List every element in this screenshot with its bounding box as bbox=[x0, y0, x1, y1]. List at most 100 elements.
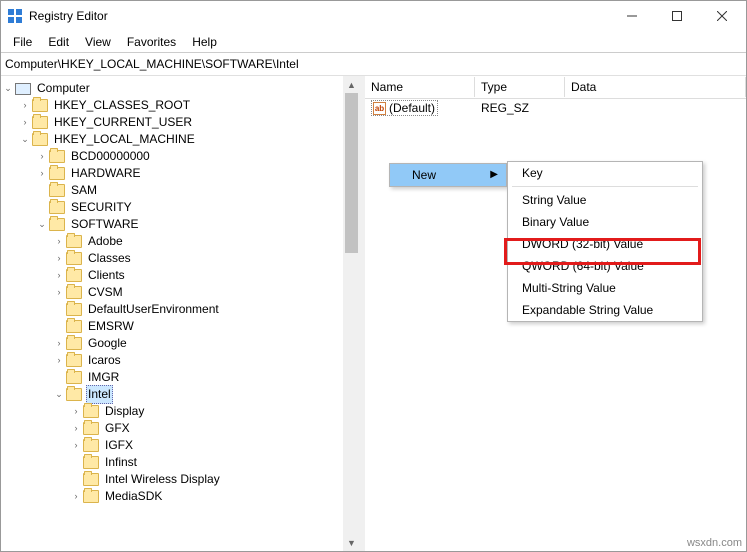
menu-item-qword[interactable]: QWORD (64-bit) Value bbox=[508, 255, 702, 277]
expander-icon[interactable]: › bbox=[18, 97, 32, 114]
menu-bar: File Edit View Favorites Help bbox=[1, 31, 746, 53]
expander-icon[interactable]: › bbox=[35, 165, 49, 182]
tree-item[interactable]: Classes bbox=[86, 250, 133, 267]
menu-item-multistring[interactable]: Multi-String Value bbox=[508, 277, 702, 299]
watermark: wsxdn.com bbox=[687, 537, 742, 549]
window-title: Registry Editor bbox=[29, 9, 609, 23]
folder-icon bbox=[83, 439, 99, 452]
maximize-button[interactable] bbox=[654, 2, 699, 30]
folder-icon bbox=[66, 388, 82, 401]
folder-icon bbox=[83, 473, 99, 486]
submenu-arrow-icon: ▶ bbox=[490, 169, 498, 180]
menu-item-new[interactable]: New ▶ bbox=[390, 164, 506, 186]
col-name[interactable]: Name bbox=[365, 77, 475, 97]
tree-item[interactable]: BCD00000000 bbox=[69, 148, 152, 165]
folder-icon bbox=[83, 405, 99, 418]
folder-icon bbox=[49, 150, 65, 163]
list-row[interactable]: ab (Default) REG_SZ bbox=[365, 99, 746, 117]
tree-software[interactable]: SOFTWARE bbox=[69, 216, 141, 233]
tree-item[interactable]: CVSM bbox=[86, 284, 125, 301]
folder-icon bbox=[32, 133, 48, 146]
tree-item[interactable]: HARDWARE bbox=[69, 165, 143, 182]
menu-help[interactable]: Help bbox=[184, 33, 225, 51]
tree-item[interactable]: IMGR bbox=[86, 369, 121, 386]
tree-item[interactable]: Google bbox=[86, 335, 129, 352]
minimize-button[interactable] bbox=[609, 2, 654, 30]
menu-item-dword[interactable]: DWORD (32-bit) Value bbox=[508, 233, 702, 255]
close-button[interactable] bbox=[699, 2, 744, 30]
tree-item[interactable]: Adobe bbox=[86, 233, 125, 250]
tree-item[interactable]: Icaros bbox=[86, 352, 123, 369]
tree-hkcu[interactable]: HKEY_CURRENT_USER bbox=[52, 114, 194, 131]
expander-icon[interactable]: › bbox=[52, 352, 66, 369]
menu-item-key[interactable]: Key bbox=[508, 162, 702, 184]
tree-hkcr[interactable]: HKEY_CLASSES_ROOT bbox=[52, 97, 192, 114]
tree-item[interactable]: Infinst bbox=[103, 454, 139, 471]
tree-item[interactable]: GFX bbox=[103, 420, 132, 437]
folder-icon bbox=[66, 269, 82, 282]
folder-icon bbox=[83, 422, 99, 435]
expander-icon[interactable]: ⌄ bbox=[18, 131, 32, 148]
scroll-up-icon[interactable]: ▲ bbox=[343, 76, 360, 93]
expander-icon[interactable]: › bbox=[52, 267, 66, 284]
tree-item[interactable]: Intel Wireless Display bbox=[103, 471, 222, 488]
folder-icon bbox=[83, 456, 99, 469]
context-submenu: Key String Value Binary Value DWORD (32-… bbox=[507, 161, 703, 322]
folder-icon bbox=[66, 337, 82, 350]
folder-icon bbox=[49, 218, 65, 231]
context-menu: New ▶ bbox=[389, 163, 507, 187]
expander-icon[interactable]: › bbox=[69, 420, 83, 437]
expander-icon[interactable]: › bbox=[69, 437, 83, 454]
col-type[interactable]: Type bbox=[475, 77, 565, 97]
scroll-down-icon[interactable]: ▼ bbox=[343, 534, 360, 551]
expander-icon[interactable]: › bbox=[52, 284, 66, 301]
tree-item[interactable]: EMSRW bbox=[86, 318, 136, 335]
expander-icon[interactable]: › bbox=[52, 250, 66, 267]
folder-icon bbox=[66, 252, 82, 265]
expander-icon[interactable]: ⌄ bbox=[35, 216, 49, 233]
expander-icon[interactable]: › bbox=[69, 488, 83, 505]
tree-intel-selected[interactable]: Intel bbox=[86, 385, 113, 404]
expander-icon[interactable]: › bbox=[52, 233, 66, 250]
menu-separator bbox=[512, 186, 698, 187]
menu-item-string[interactable]: String Value bbox=[508, 189, 702, 211]
menu-favorites[interactable]: Favorites bbox=[119, 33, 184, 51]
expander-icon[interactable]: ⌄ bbox=[1, 80, 15, 97]
tree-hklm[interactable]: HKEY_LOCAL_MACHINE bbox=[52, 131, 197, 148]
menu-item-binary[interactable]: Binary Value bbox=[508, 211, 702, 233]
tree-item[interactable]: SAM bbox=[69, 182, 99, 199]
folder-icon bbox=[49, 184, 65, 197]
app-icon bbox=[7, 8, 23, 24]
tree-scrollbar[interactable]: ▲ ▼ bbox=[343, 76, 360, 551]
folder-icon bbox=[66, 303, 82, 316]
menu-edit[interactable]: Edit bbox=[40, 33, 77, 51]
address-bar bbox=[1, 53, 746, 76]
tree-item[interactable]: MediaSDK bbox=[103, 488, 164, 505]
computer-icon bbox=[15, 83, 31, 95]
expander-icon[interactable]: › bbox=[35, 148, 49, 165]
folder-icon bbox=[49, 167, 65, 180]
folder-icon bbox=[49, 201, 65, 214]
list-header: Name Type Data bbox=[365, 76, 746, 99]
folder-icon bbox=[66, 320, 82, 333]
expander-icon[interactable]: ⌄ bbox=[52, 386, 66, 403]
menu-file[interactable]: File bbox=[5, 33, 40, 51]
scroll-thumb[interactable] bbox=[345, 93, 358, 253]
tree-item[interactable]: IGFX bbox=[103, 437, 135, 454]
menu-view[interactable]: View bbox=[77, 33, 119, 51]
expander-icon[interactable]: › bbox=[52, 335, 66, 352]
tree-root[interactable]: Computer bbox=[35, 80, 92, 97]
tree-item[interactable]: Display bbox=[103, 403, 146, 420]
folder-icon bbox=[66, 235, 82, 248]
folder-icon bbox=[32, 116, 48, 129]
folder-icon bbox=[66, 286, 82, 299]
folder-icon bbox=[83, 490, 99, 503]
expander-icon[interactable]: › bbox=[18, 114, 32, 131]
tree-item[interactable]: DefaultUserEnvironment bbox=[86, 301, 221, 318]
expander-icon[interactable]: › bbox=[69, 403, 83, 420]
address-input[interactable] bbox=[5, 57, 742, 71]
col-data[interactable]: Data bbox=[565, 77, 746, 97]
tree-item[interactable]: SECURITY bbox=[69, 199, 134, 216]
menu-item-expandstring[interactable]: Expandable String Value bbox=[508, 299, 702, 321]
tree-item[interactable]: Clients bbox=[86, 267, 127, 284]
